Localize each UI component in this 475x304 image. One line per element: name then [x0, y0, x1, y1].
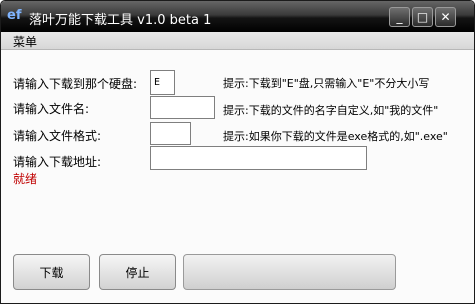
- status-text: 就绪: [13, 172, 38, 186]
- minimize-button[interactable]: _: [389, 7, 410, 27]
- close-button[interactable]: ✕: [435, 7, 456, 27]
- close-icon: ✕: [440, 10, 451, 24]
- window-title: 落叶万能下载工具 v1.0 beta 1: [29, 13, 212, 28]
- stop-button[interactable]: 停止: [99, 254, 176, 290]
- drive-hint: 提示:下载到"E"盘,只需输入"E"不分大小写: [223, 77, 430, 90]
- app-icon: ef: [7, 8, 22, 23]
- maximize-icon: □: [416, 10, 429, 24]
- title-bar[interactable]: ef 落叶万能下载工具 v1.0 beta 1 _ □ ✕: [1, 1, 474, 32]
- download-progress-bar: [183, 254, 396, 290]
- filename-hint: 提示:下载的文件的名字自定义,如"我的文件": [223, 104, 439, 117]
- format-hint: 提示:如果你下载的文件是exe格式的,如".exe": [223, 130, 448, 143]
- maximize-button[interactable]: □: [412, 7, 433, 27]
- filename-label: 请输入文件名:: [13, 102, 90, 116]
- url-label: 请输入下载地址:: [13, 155, 102, 169]
- stop-button-label: 停止: [125, 265, 150, 280]
- filename-input[interactable]: [150, 96, 215, 119]
- format-label: 请输入文件格式:: [13, 129, 102, 143]
- format-input[interactable]: [150, 122, 191, 145]
- download-button[interactable]: 下载: [13, 254, 90, 290]
- url-input[interactable]: [150, 146, 367, 170]
- drive-input[interactable]: [150, 70, 175, 95]
- menu-item-main[interactable]: 菜单: [13, 33, 37, 50]
- minimize-icon: _: [396, 10, 403, 24]
- drive-label: 请输入下载到那个硬盘:: [13, 77, 138, 91]
- menu-bar: 菜单: [1, 32, 474, 50]
- main-window: ef 落叶万能下载工具 v1.0 beta 1 _ □ ✕ 菜单 请输入下载到那…: [0, 0, 475, 304]
- download-button-label: 下载: [39, 265, 64, 280]
